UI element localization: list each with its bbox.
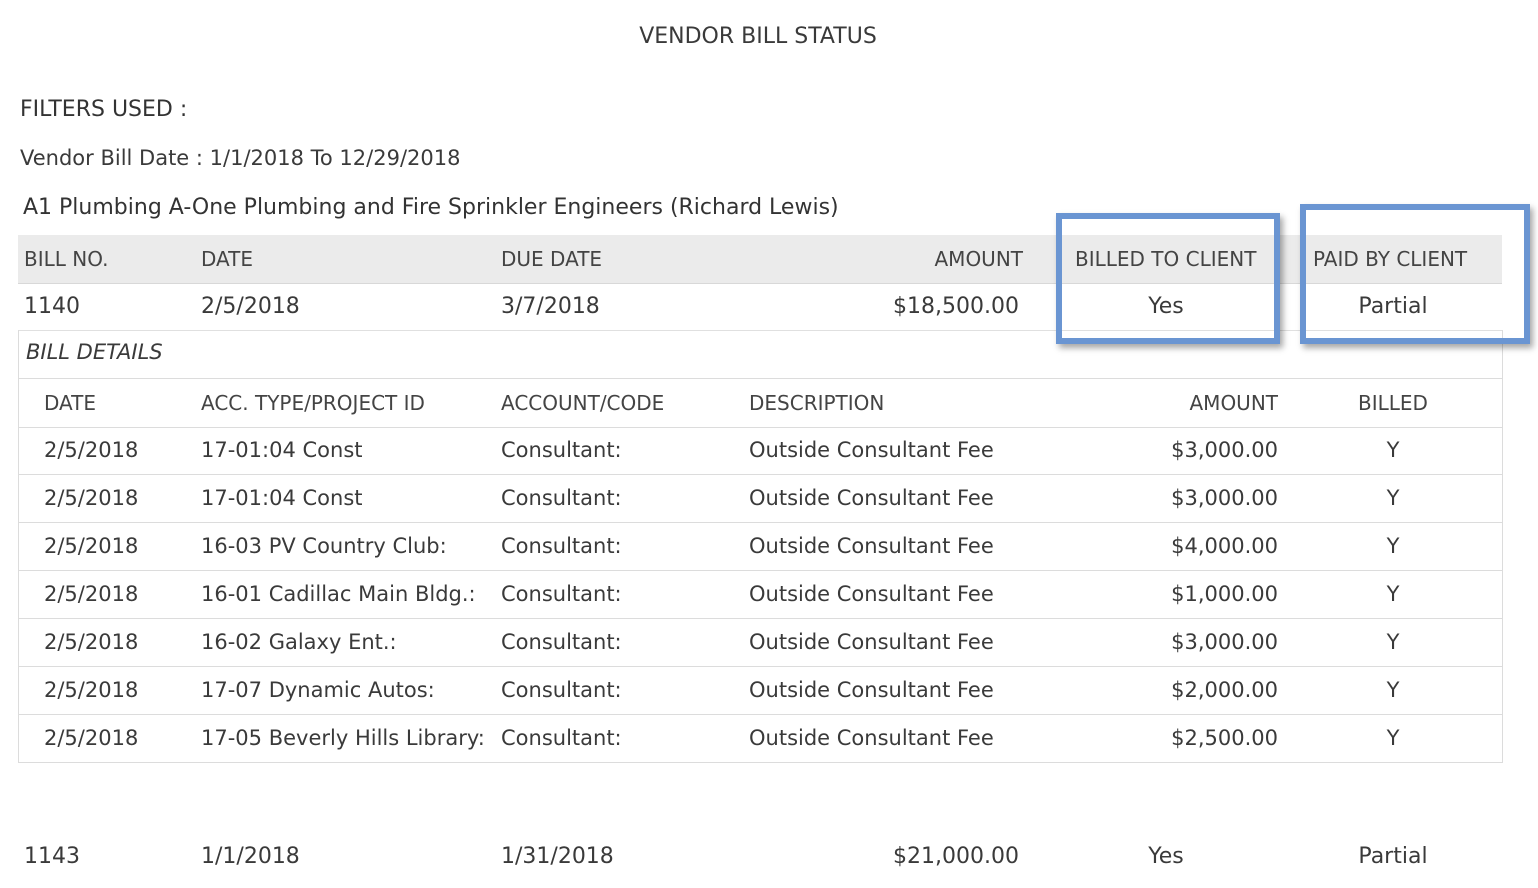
filter-date-range: Vendor Bill Date : 1/1/2018 To 12/29/201… xyxy=(20,146,461,170)
detail-account: Consultant: xyxy=(501,678,622,702)
next-bill-due-date: 1/31/2018 xyxy=(501,844,614,869)
detail-acc-type: 17-05 Beverly Hills Library: xyxy=(201,726,485,750)
detail-description: Outside Consultant Fee xyxy=(749,582,994,606)
detail-amount: $2,500.00 xyxy=(1171,726,1278,750)
table-row: 2/5/2018 17-01:04 Const Consultant: Outs… xyxy=(18,427,1502,475)
detail-date: 2/5/2018 xyxy=(44,726,139,750)
detail-date: 2/5/2018 xyxy=(44,486,139,510)
next-billed-to-client: Yes xyxy=(1148,844,1184,869)
detail-account: Consultant: xyxy=(501,630,622,654)
table-row: 2/5/2018 17-05 Beverly Hills Library: Co… xyxy=(18,715,1502,762)
detail-acc-type: 17-01:04 Const xyxy=(201,438,363,462)
detail-amount: $3,000.00 xyxy=(1171,438,1278,462)
detail-account: Consultant: xyxy=(501,486,622,510)
header-amount: AMOUNT xyxy=(934,247,1024,271)
highlight-billed-to-client xyxy=(1056,213,1280,344)
detail-date: 2/5/2018 xyxy=(44,678,139,702)
bill-details-header: DATE ACC. TYPE/PROJECT ID ACCOUNT/CODE D… xyxy=(18,378,1502,428)
detail-date: 2/5/2018 xyxy=(44,582,139,606)
detail-date: 2/5/2018 xyxy=(44,630,139,654)
detail-description: Outside Consultant Fee xyxy=(749,486,994,510)
detail-description: Outside Consultant Fee xyxy=(749,630,994,654)
next-bill-no: 1143 xyxy=(24,844,80,869)
details-header-account: ACCOUNT/CODE xyxy=(501,391,665,415)
vendor-name: A1 Plumbing A-One Plumbing and Fire Spri… xyxy=(23,195,839,220)
details-header-date: DATE xyxy=(44,391,97,415)
detail-account: Consultant: xyxy=(501,726,622,750)
header-date: DATE xyxy=(201,247,254,271)
bill-date: 2/5/2018 xyxy=(201,294,300,319)
detail-amount: $3,000.00 xyxy=(1171,486,1278,510)
table-row: 2/5/2018 16-01 Cadillac Main Bldg.: Cons… xyxy=(18,571,1502,619)
bill-no: 1140 xyxy=(24,294,80,319)
table-row: 2/5/2018 17-07 Dynamic Autos: Consultant… xyxy=(18,667,1502,715)
next-bill-amount: $21,000.00 xyxy=(893,844,1019,869)
detail-description: Outside Consultant Fee xyxy=(749,534,994,558)
detail-billed: Y xyxy=(1386,630,1400,654)
details-header-amount: AMOUNT xyxy=(1189,391,1279,415)
detail-amount: $1,000.00 xyxy=(1171,582,1278,606)
detail-billed: Y xyxy=(1386,726,1400,750)
bill-details-label: BILL DETAILS xyxy=(26,340,163,364)
bill-due-date: 3/7/2018 xyxy=(501,294,600,319)
detail-acc-type: 17-01:04 Const xyxy=(201,486,363,510)
next-bill-row: 1143 1/1/2018 1/31/2018 $21,000.00 Yes P… xyxy=(18,842,1502,888)
details-header-billed: BILLED xyxy=(1358,391,1428,415)
highlight-paid-by-client xyxy=(1300,204,1530,344)
detail-acc-type: 16-02 Galaxy Ent.: xyxy=(201,630,397,654)
detail-date: 2/5/2018 xyxy=(44,438,139,462)
header-bill-no: BILL NO. xyxy=(24,247,109,271)
detail-acc-type: 17-07 Dynamic Autos: xyxy=(201,678,435,702)
bill-details-rows: 2/5/2018 17-01:04 Const Consultant: Outs… xyxy=(18,427,1502,762)
detail-billed: Y xyxy=(1386,582,1400,606)
filters-heading: FILTERS USED : xyxy=(20,97,188,122)
details-header-acc-type: ACC. TYPE/PROJECT ID xyxy=(201,391,425,415)
table-row: 2/5/2018 16-03 PV Country Club: Consulta… xyxy=(18,523,1502,571)
detail-description: Outside Consultant Fee xyxy=(749,726,994,750)
detail-billed: Y xyxy=(1386,486,1400,510)
detail-amount: $4,000.00 xyxy=(1171,534,1278,558)
details-header-description: DESCRIPTION xyxy=(749,391,885,415)
detail-billed: Y xyxy=(1386,534,1400,558)
header-due-date: DUE DATE xyxy=(501,247,603,271)
table-row: 2/5/2018 16-02 Galaxy Ent.: Consultant: … xyxy=(18,619,1502,667)
detail-account: Consultant: xyxy=(501,582,622,606)
detail-account: Consultant: xyxy=(501,438,622,462)
detail-billed: Y xyxy=(1386,678,1400,702)
table-row: 2/5/2018 17-01:04 Const Consultant: Outs… xyxy=(18,475,1502,523)
report-title: VENDOR BILL STATUS xyxy=(639,24,877,49)
detail-acc-type: 16-03 PV Country Club: xyxy=(201,534,447,558)
detail-description: Outside Consultant Fee xyxy=(749,678,994,702)
detail-date: 2/5/2018 xyxy=(44,534,139,558)
detail-amount: $3,000.00 xyxy=(1171,630,1278,654)
bill-amount: $18,500.00 xyxy=(893,294,1019,319)
detail-billed: Y xyxy=(1386,438,1400,462)
next-paid-by-client: Partial xyxy=(1358,844,1428,869)
detail-amount: $2,000.00 xyxy=(1171,678,1278,702)
detail-acc-type: 16-01 Cadillac Main Bldg.: xyxy=(201,582,476,606)
next-bill-date: 1/1/2018 xyxy=(201,844,300,869)
detail-description: Outside Consultant Fee xyxy=(749,438,994,462)
detail-account: Consultant: xyxy=(501,534,622,558)
